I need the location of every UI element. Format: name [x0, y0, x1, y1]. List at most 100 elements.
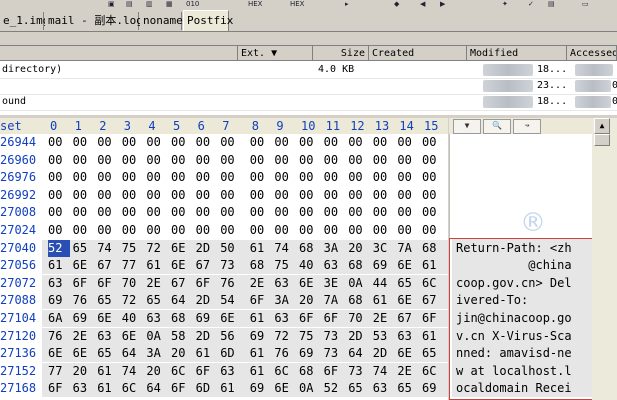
hex-byte[interactable]: 69 — [422, 380, 444, 397]
hex-byte[interactable]: 2D — [196, 240, 218, 257]
tab-postfix[interactable]: Postfix — [183, 10, 233, 31]
hex-byte[interactable]: 00 — [146, 134, 168, 151]
hex-byte[interactable]: 00 — [250, 169, 272, 186]
hex-byte[interactable]: 00 — [299, 204, 321, 221]
hex-byte[interactable]: 00 — [146, 204, 168, 221]
hex-byte[interactable]: 00 — [196, 169, 218, 186]
hex-byte[interactable]: 2E — [250, 275, 272, 292]
hex-byte[interactable]: 61 — [97, 363, 119, 380]
hex-byte[interactable]: 00 — [324, 204, 346, 221]
hex-byte[interactable]: 2D — [196, 292, 218, 309]
hex-row[interactable]: 6E 6E 65 64 3A 20 61 6D 61 76 69 73 64 2D 6E 65 — [42, 345, 448, 363]
hex-byte[interactable]: 00 — [122, 222, 144, 239]
hex-byte[interactable]: 58 — [171, 328, 193, 345]
hex-byte[interactable]: 73 — [324, 345, 346, 362]
hex-byte[interactable]: 65 — [397, 380, 419, 397]
hex-byte[interactable]: 00 — [196, 134, 218, 151]
hex-byte[interactable]: 61 — [250, 363, 272, 380]
hex-byte[interactable]: 65 — [422, 345, 444, 362]
hex-byte[interactable]: 6F — [324, 310, 346, 327]
hex-byte[interactable]: 64 — [146, 380, 168, 397]
hex-byte[interactable]: 00 — [250, 204, 272, 221]
hex-byte[interactable]: 00 — [397, 204, 419, 221]
hex-byte[interactable]: 00 — [171, 204, 193, 221]
hex-byte[interactable]: 63 — [373, 380, 395, 397]
hex-byte[interactable]: 61 — [196, 345, 218, 362]
hex-byte[interactable]: 40 — [299, 257, 321, 274]
hex-byte[interactable]: 00 — [196, 222, 218, 239]
hex-byte[interactable]: 44 — [373, 275, 395, 292]
hex-byte[interactable]: 73 — [324, 328, 346, 345]
hex-byte[interactable]: 00 — [324, 134, 346, 151]
hex-byte[interactable]: 53 — [373, 328, 395, 345]
hex-row[interactable]: 69 76 65 72 65 64 2D 54 6F 3A 20 7A 68 61 6E 67 — [42, 292, 448, 310]
hex-byte[interactable]: 6F — [196, 275, 218, 292]
hex-byte[interactable]: 73 — [220, 257, 242, 274]
hex-byte[interactable]: 68 — [422, 240, 444, 257]
hex-byte[interactable]: 6C — [171, 363, 193, 380]
hex-byte[interactable]: 00 — [373, 187, 395, 204]
hex-row[interactable]: 52 65 74 75 72 6E 2D 50 61 74 68 3A 20 3C 7A 68 — [42, 239, 448, 257]
hex-byte[interactable]: 6E — [274, 380, 296, 397]
hex-byte[interactable]: 00 — [122, 169, 144, 186]
hex-byte[interactable]: 69 — [299, 345, 321, 362]
hex-byte[interactable]: 00 — [299, 134, 321, 151]
hex-byte[interactable]: 61 — [422, 328, 444, 345]
hex-byte[interactable]: 63 — [274, 310, 296, 327]
hex-byte[interactable]: 3A — [324, 240, 346, 257]
hex-byte[interactable]: 6F — [73, 275, 95, 292]
hex-byte[interactable]: 00 — [422, 204, 444, 221]
hex-byte[interactable]: 50 — [220, 240, 242, 257]
goto-icon[interactable]: ▸ — [345, 0, 349, 8]
search-icon[interactable]: 🔍 — [483, 119, 511, 134]
hex-byte[interactable]: 00 — [73, 134, 95, 151]
hex-byte[interactable]: 63 — [73, 380, 95, 397]
hex-byte[interactable]: 00 — [73, 152, 95, 169]
hex-byte[interactable]: 00 — [397, 222, 419, 239]
hex-byte[interactable]: 00 — [171, 187, 193, 204]
hex-byte[interactable]: 00 — [348, 169, 370, 186]
file-row[interactable]: ound 18... 0 — [0, 94, 617, 111]
hex-byte[interactable]: 00 — [299, 187, 321, 204]
tab-noname[interactable]: noname — [140, 12, 183, 30]
hex-byte[interactable]: 61 — [250, 240, 272, 257]
file-row[interactable]: 23... 0 — [0, 78, 617, 95]
hex-byte[interactable]: 61 — [97, 380, 119, 397]
hex-byte[interactable]: 52 — [48, 239, 70, 257]
hex-byte[interactable]: 6E — [171, 240, 193, 257]
hex-byte[interactable]: 74 — [373, 363, 395, 380]
hex-byte[interactable]: 63 — [324, 257, 346, 274]
hex-row[interactable]: 76 2E 63 6E 0A 58 2D 56 69 72 75 73 2D 53 63 61 — [42, 327, 448, 345]
hex-byte[interactable]: 00 — [299, 169, 321, 186]
hex-byte[interactable]: 00 — [250, 152, 272, 169]
hex-byte[interactable]: 00 — [422, 152, 444, 169]
hex-row[interactable]: 6F 63 61 6C 64 6F 6D 61 69 6E 0A 52 65 63 65 69 — [42, 380, 448, 398]
hex-byte[interactable]: 00 — [97, 152, 119, 169]
hex-byte[interactable]: 2D — [196, 328, 218, 345]
hex-byte[interactable]: 00 — [250, 134, 272, 151]
hex-byte[interactable]: 56 — [220, 328, 242, 345]
hex-byte[interactable]: 75 — [274, 257, 296, 274]
hex-byte[interactable]: 00 — [324, 187, 346, 204]
hex-byte[interactable]: 00 — [73, 204, 95, 221]
hex-byte[interactable]: 00 — [73, 169, 95, 186]
hex-byte[interactable]: 20 — [299, 292, 321, 309]
col-header-ext[interactable]: Ext. ▼ — [238, 46, 313, 61]
hex-byte[interactable]: 61 — [422, 257, 444, 274]
hex-byte[interactable]: 74 — [122, 363, 144, 380]
hex-byte[interactable]: 20 — [146, 363, 168, 380]
hex-byte[interactable]: 00 — [250, 187, 272, 204]
hex-byte[interactable]: 75 — [299, 328, 321, 345]
hex-byte[interactable]: 6E — [397, 292, 419, 309]
bookmark-icon[interactable]: ◆ — [394, 0, 399, 8]
tab-mail-log[interactable]: mail - 副本.log — [45, 12, 143, 30]
hex-byte[interactable]: 6A — [48, 310, 70, 327]
vertical-scrollbar[interactable]: ▲ — [592, 118, 617, 400]
list-icon[interactable]: ▤ — [548, 0, 555, 8]
hex-byte[interactable]: 6E — [122, 328, 144, 345]
hex-byte[interactable]: 00 — [274, 152, 296, 169]
scroll-thumb[interactable] — [594, 134, 610, 146]
nav-back-icon[interactable]: ◀ — [420, 0, 425, 8]
hex-byte[interactable]: 00 — [422, 187, 444, 204]
hex-byte[interactable]: 64 — [348, 345, 370, 362]
